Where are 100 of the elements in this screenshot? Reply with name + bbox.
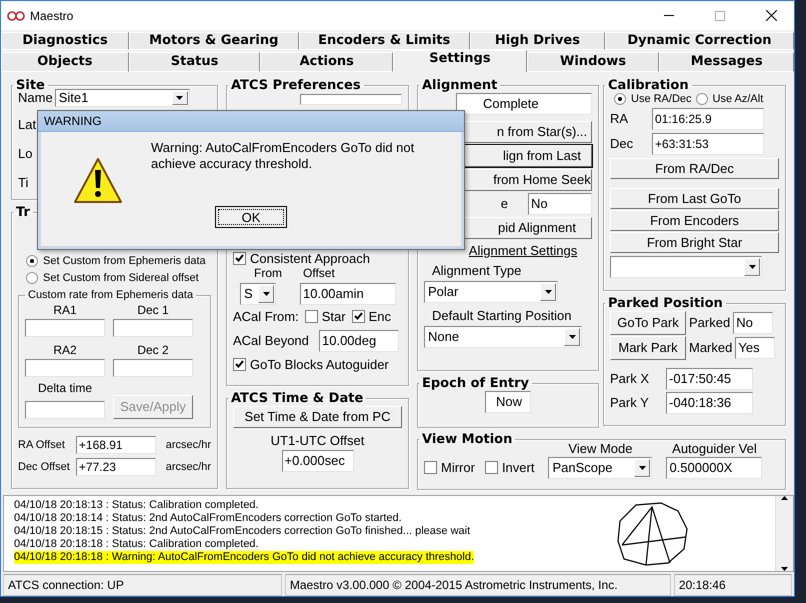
checkbox-label: GoTo Blocks Autoguider	[250, 356, 389, 372]
text-field[interactable]	[25, 358, 105, 377]
field-label: Dec Offset	[18, 460, 71, 473]
unit-label: arcsec/hr	[166, 460, 211, 473]
tab[interactable]: High Drives	[470, 32, 605, 50]
panel-title: Epoch of Entry	[421, 376, 530, 391]
tab[interactable]: Encoders & Limits	[298, 32, 470, 50]
checkbox[interactable]	[484, 460, 498, 474]
text-field[interactable]	[113, 358, 193, 377]
radio-button[interactable]	[26, 254, 38, 267]
scrollbar[interactable]	[775, 496, 793, 572]
text-field[interactable]: -017:50:45	[666, 368, 753, 390]
text-field[interactable]: 01:16:25.9	[652, 108, 764, 130]
text-field[interactable]: 10.00deg	[319, 330, 399, 352]
text-field[interactable]: +63:31:53	[652, 132, 764, 155]
field-label: Name	[18, 90, 53, 106]
caret-icon	[568, 334, 576, 339]
radio-button[interactable]	[614, 92, 626, 105]
field-label: Default Starting Position	[432, 308, 572, 323]
log-line: 04/10/18 20:18:14 : Status: 2nd AutoCalFromEncoders correction GoTo started.	[14, 512, 402, 526]
checkbox[interactable]	[233, 358, 246, 371]
text-field[interactable]: +168.91	[76, 436, 156, 454]
text-field[interactable]: +77.23	[76, 458, 156, 476]
dropdown[interactable]: Polar	[424, 280, 558, 303]
panel-title: View Motion	[421, 432, 514, 447]
checkbox[interactable]	[424, 460, 437, 474]
text-field[interactable]	[25, 318, 105, 337]
logo-icon	[7, 10, 25, 20]
field-label: Lo	[18, 146, 32, 161]
text-field[interactable]: No	[733, 312, 774, 334]
panel-title: Parked Position	[607, 296, 724, 311]
field-label: e	[500, 196, 508, 212]
mark-park-button[interactable]: Mark Park	[610, 336, 686, 360]
dialog-message: Warning: AutoCalFromEncoders GoTo did not achieve accuracy threshold.	[151, 140, 416, 172]
caret-icon	[176, 96, 184, 100]
text-field[interactable]: 0.500000X	[666, 456, 762, 479]
radio-label: Set Custom from Sidereal offset	[43, 272, 199, 284]
checkbox-label: Invert	[502, 460, 534, 475]
text-field[interactable]	[113, 318, 193, 337]
text-field[interactable]: 10.00amin	[300, 282, 396, 305]
alignment-settings-link[interactable]: Alignment Settings	[468, 242, 578, 258]
dropdown[interactable]	[300, 94, 402, 105]
calibration-button[interactable]: From Bright Star	[610, 232, 779, 253]
tab[interactable]: Actions	[260, 52, 394, 72]
goto-park-button[interactable]: GoTo Park	[610, 310, 686, 335]
status-text: Maestro v3.00.000 © 2004-2015 Astrometric Instruments, Inc.	[284, 574, 671, 596]
tab[interactable]: Objects	[1, 52, 129, 72]
dropdown[interactable]: Site1	[54, 88, 190, 107]
radio-button[interactable]	[26, 272, 38, 284]
tab[interactable]: Status	[128, 52, 260, 72]
text-field[interactable]: Yes	[735, 336, 776, 359]
caret-icon	[748, 264, 756, 269]
text-field[interactable]: Complete	[456, 92, 592, 115]
field-label: Parked	[689, 315, 730, 330]
dropdown[interactable]	[610, 256, 762, 278]
tab[interactable]: Windows	[526, 52, 660, 72]
calibration-button[interactable]: From Last GoTo	[610, 188, 779, 209]
text-field[interactable]: +0.000sec	[282, 450, 354, 472]
caret-icon	[544, 290, 552, 294]
text-field[interactable]: Now	[485, 390, 531, 413]
dialog-title: WARNING	[44, 114, 102, 128]
text-field[interactable]: No	[528, 192, 592, 215]
tab[interactable]: Diagnostics	[1, 32, 130, 50]
dropdown[interactable]: PanScope	[548, 456, 652, 479]
radio-label: Set Custom from Ephemeris data	[43, 254, 206, 267]
field-label: Dec 1	[136, 302, 170, 317]
panel-title: ATCS Time & Date	[230, 390, 364, 406]
checkbox-label: Enc	[368, 308, 391, 324]
checkbox-label: Consistent Approach	[250, 250, 370, 266]
field-label: RA Offset	[18, 438, 66, 451]
calibration-button[interactable]: From Encoders	[610, 210, 779, 231]
text-field[interactable]: -040:18:36	[666, 392, 753, 414]
close-icon	[766, 10, 776, 21]
field-label: Lat	[18, 116, 36, 132]
text-field[interactable]	[25, 400, 105, 419]
tab[interactable]: Dynamic Correction	[604, 32, 794, 50]
radio-button[interactable]	[696, 92, 708, 105]
check-icon	[354, 312, 363, 320]
log-line: 04/10/18 20:18:13 : Status: Calibration completed.	[14, 499, 259, 512]
check-icon	[235, 360, 244, 368]
field-label: Park X	[610, 371, 650, 386]
tab[interactable]: Settings	[393, 50, 527, 72]
field-label: Alignment Type	[432, 262, 522, 278]
dropdown[interactable]: S	[240, 282, 276, 305]
dropdown[interactable]: None	[424, 326, 582, 348]
field-label: Dec	[610, 136, 634, 152]
tab[interactable]: Messages	[659, 52, 794, 72]
caret-icon	[638, 466, 646, 470]
scroll-down-icon	[781, 567, 788, 572]
caret-icon	[262, 292, 270, 296]
field-label: Autoguider Vel	[672, 440, 757, 456]
checkbox[interactable]	[304, 310, 318, 323]
ok-button[interactable]: OK	[215, 206, 287, 228]
scroll-up-icon	[781, 496, 788, 500]
checkbox[interactable]	[233, 252, 246, 265]
set-time-button[interactable]: Set Time & Date from PC	[233, 406, 402, 428]
tab[interactable]: Motors & Gearing	[129, 32, 298, 50]
checkbox[interactable]	[352, 310, 365, 323]
calibration-button[interactable]: From RA/Dec	[610, 158, 779, 179]
maximize-icon	[715, 10, 725, 20]
